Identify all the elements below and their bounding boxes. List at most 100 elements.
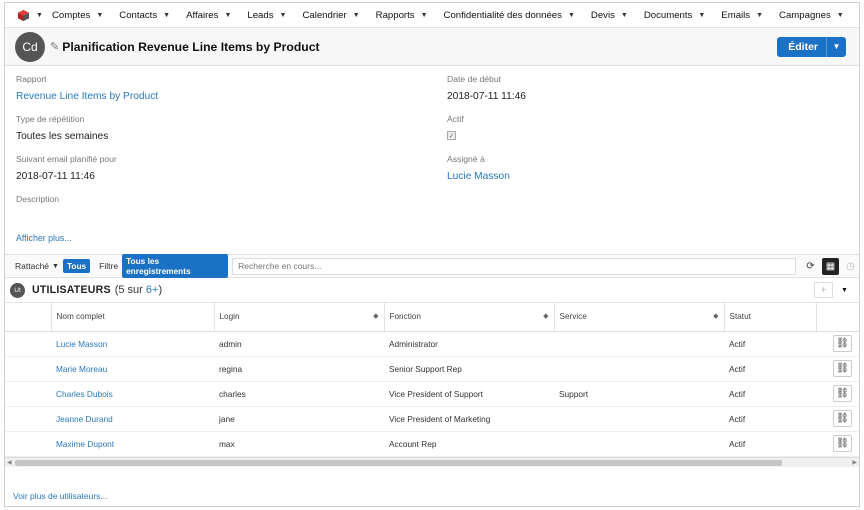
check-icon: ✓ [448,132,455,140]
field-label: Type de répétition [16,114,85,124]
field-assigned: Assigné à Lucie Masson [447,154,510,182]
nav-item-9[interactable]: Emails ▼ [712,10,770,21]
field-label: Description [16,194,59,204]
column-header-status[interactable]: Statut [724,303,817,332]
nav-item-4[interactable]: Calendrier ▼ [293,10,366,21]
user-name-link[interactable]: Maxime Dupont [51,431,214,457]
column-actions [816,303,859,332]
chevron-down-icon: ▼ [52,262,59,270]
refresh-icon[interactable]: ⟳ [802,258,819,275]
field-label: Actif [447,114,464,124]
nav-item-0[interactable]: Comptes ▼ [43,10,110,21]
nav-item-label: Emails [721,9,751,21]
subpanel-avatar: Ut [10,282,25,298]
user-name-link[interactable]: Charles Dubois [51,381,214,407]
user-login: regina [214,356,384,382]
unlink-icon[interactable]: ⛓ [833,435,852,452]
linked-pill[interactable]: Tous [62,259,91,273]
user-department [554,331,724,357]
column-label: Fonction [389,312,421,322]
column-header-name[interactable]: Nom complet [51,303,215,332]
search-input[interactable] [232,257,796,275]
column-label: Nom complet [56,312,105,322]
record-header: Cd ✎ Planification Revenue Line Items by… [5,28,859,66]
user-role: Vice President of Marketing [384,406,554,432]
chevron-down-icon[interactable]: ▼ [835,282,854,298]
user-status: Actif [724,406,816,432]
sort-icon: ◆ [373,313,379,320]
unlink-icon[interactable]: ⛓ [833,385,852,402]
nav-item-5[interactable]: Rapports ▼ [367,10,435,21]
nav-item-3[interactable]: Leads ▼ [238,10,293,21]
user-role: Vice President of Support [384,381,554,407]
user-department: Support [554,381,724,407]
user-name-link[interactable]: Lucie Masson [51,331,214,357]
show-more-link[interactable]: Afficher plus... [16,233,72,243]
nav-item-label: Campagnes [779,9,831,21]
pencil-icon[interactable]: ✎ [50,40,59,53]
user-role: Senior Support Rep [384,356,554,382]
nav-item-1[interactable]: Contacts ▼ [110,10,177,21]
linked-filter[interactable]: Rattaché ▼ [15,261,59,271]
nav-item-11[interactable]: Appels▼ [851,10,859,21]
app-logo-menu[interactable]: ▼ [5,9,43,22]
user-name-link[interactable]: Jeanne Durand [51,406,214,432]
unlink-icon[interactable]: ⛓ [833,410,852,427]
subpanel-count: (5 sur 6+) [115,284,162,296]
chevron-down-icon: ▼ [420,11,428,19]
scrollbar-thumb[interactable] [15,459,782,466]
horizontal-scrollbar[interactable]: ◀ ▶ [5,456,859,467]
sort-icon: ◆ [543,313,549,320]
edit-button[interactable]: Éditer [777,36,826,57]
count-suffix: ) [158,284,163,296]
more-users-link[interactable]: Voir plus de utilisateurs... [13,491,108,501]
field-next-email: Suivant email planifié pour 2018-07-11 1… [16,154,117,182]
row-actions: ⛓ [816,406,859,432]
scroll-left-icon[interactable]: ◀ [7,459,12,466]
nav-item-6[interactable]: Confidentialité des données ▼ [435,10,582,21]
column-header-department[interactable]: Service ◆ [554,303,725,332]
add-icon[interactable]: + [814,282,833,298]
column-header-role[interactable]: Fonction ◆ [384,303,555,332]
column-label: Login [219,312,240,322]
record-avatar: Cd [15,31,45,62]
table-row: Marie Moreau regina Senior Support Rep Acti… [5,356,859,382]
column-header-login[interactable]: Login ◆ [214,303,385,332]
chevron-down-icon: ▼ [832,42,841,51]
row-spacer [5,431,51,457]
field-label: Suivant email planifié pour [16,154,117,164]
row-spacer [5,406,51,432]
nav-item-label: Leads [247,9,274,21]
timeline-icon[interactable]: ◷ [842,258,859,275]
filter-pill[interactable]: Tous les enregistrements [122,254,229,278]
linked-label: Rattaché [15,261,50,271]
unlink-icon[interactable]: ⛓ [833,335,852,352]
row-actions: ⛓ [816,331,859,357]
unlink-icon[interactable]: ⛓ [833,360,852,377]
scroll-right-icon[interactable]: ▶ [852,459,857,466]
report-link[interactable]: Revenue Line Items by Product [16,91,158,102]
field-value: 2018-07-11 11:46 [447,91,526,102]
nav-item-label: Contacts [119,9,158,21]
user-status: Actif [724,331,816,357]
user-name-link[interactable]: Marie Moreau [51,356,214,382]
column-label: Statut [729,312,751,322]
nav-item-label: Comptes [51,9,91,21]
edit-actions-dropdown[interactable]: ▼ [826,36,846,57]
nav-item-label: Rapports [375,9,415,21]
nav-item-label: Documents [643,9,693,21]
nav-item-2[interactable]: Affaires ▼ [177,10,238,21]
assigned-user-link[interactable]: Lucie Masson [447,171,510,182]
user-role: Administrator [384,331,554,357]
nav-item-8[interactable]: Documents ▼ [635,10,712,21]
table-view-icon[interactable]: ▦ [822,257,839,275]
count-link[interactable]: 6+ [146,284,159,296]
count-prefix: (5 sur [114,284,146,296]
chevron-down-icon: ▼ [96,11,104,19]
row-actions: ⛓ [816,356,859,382]
nav-item-7[interactable]: Devis ▼ [582,10,635,21]
table-row: Charles Dubois charles Vice President of S… [5,381,859,407]
field-repeat-type: Type de répétition Toutes les semaines [16,114,108,142]
nav-item-10[interactable]: Campagnes ▼ [770,10,851,21]
nav-item-label: Affaires [186,9,219,21]
